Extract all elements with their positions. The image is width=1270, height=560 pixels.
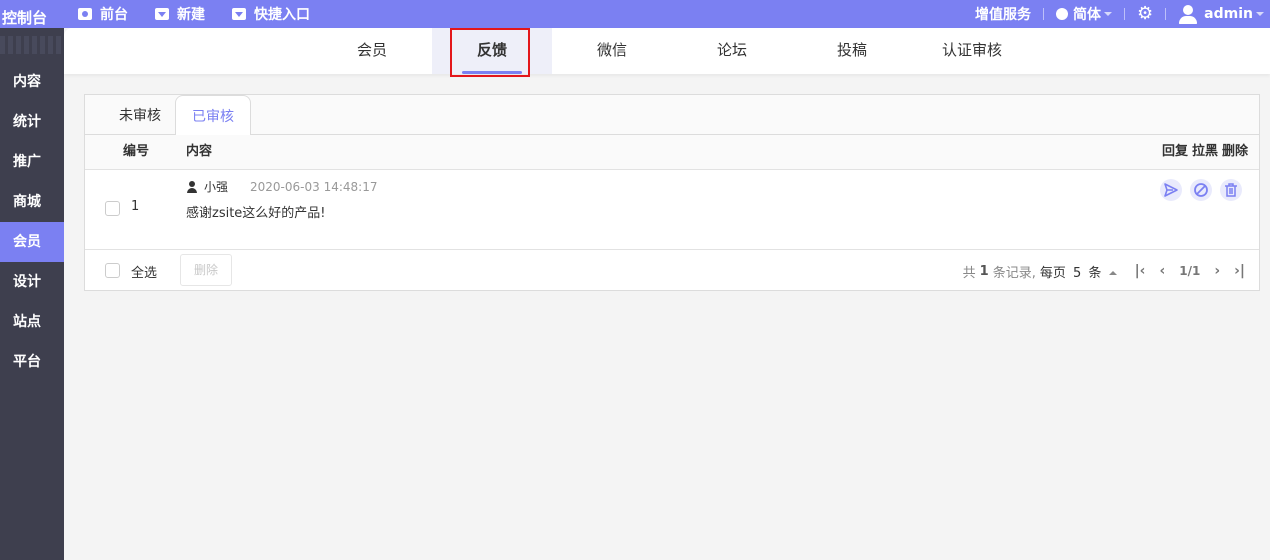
chevron-down-icon — [1104, 12, 1113, 16]
sidebar-item-promotion[interactable]: 推广 — [0, 142, 64, 182]
tab-submission[interactable]: 投稿 — [792, 28, 912, 74]
total-suffix: 条记录, — [992, 265, 1036, 281]
nav-shortcut[interactable]: 快捷入口 — [232, 0, 310, 28]
chevron-down-icon — [1256, 12, 1264, 16]
column-reply: 回复 — [1162, 144, 1189, 159]
last-page-icon[interactable]: ›| — [1234, 263, 1245, 279]
tab-label: 会员 — [356, 41, 387, 59]
dropdown-icon — [155, 8, 169, 20]
tab-reviewed[interactable]: 已审核 — [175, 95, 251, 136]
tab-label: 认证审核 — [941, 41, 1002, 59]
top-right-menu: 增值服务 简体 ⚙ admin — [975, 0, 1270, 28]
sub-nav: 会员 反馈 微信 论坛 投稿 认证审核 — [64, 28, 1270, 74]
block-button[interactable] — [1190, 179, 1212, 201]
column-content: 内容 — [186, 144, 213, 159]
chevron-up-icon — [1108, 271, 1117, 275]
eye-icon — [78, 8, 92, 20]
nav-new-label: 新建 — [177, 7, 205, 23]
prev-page-icon[interactable]: ‹ — [1159, 263, 1165, 279]
reply-button[interactable] — [1160, 179, 1182, 201]
select-all-checkbox[interactable] — [105, 263, 120, 278]
row-time: 2020-06-03 14:48:17 — [250, 179, 378, 194]
tab-members[interactable]: 会员 — [312, 28, 432, 74]
logo-pattern — [0, 36, 64, 54]
sidebar-item-members[interactable]: 会员 — [0, 222, 64, 262]
select-all-label[interactable]: 全选 — [131, 262, 157, 281]
nav-shortcut-label: 快捷入口 — [254, 7, 310, 23]
nav-frontend[interactable]: 前台 — [78, 0, 128, 28]
row-checkbox[interactable] — [105, 201, 120, 216]
table-footer: 全选 删除 共 1 条记录, 每页 5 条 |‹ ‹ 1/1 › ›| — [85, 251, 1259, 291]
tab-label: 论坛 — [716, 41, 747, 59]
per-page-value: 5 — [1072, 265, 1082, 281]
row-meta: 小强 2020-06-03 14:48:17 — [186, 178, 377, 195]
per-page-select[interactable]: 每页 5 条 — [1040, 262, 1117, 281]
user-icon — [1178, 4, 1198, 24]
language-select[interactable]: 简体 — [1073, 4, 1101, 24]
table-header: 编号 内容 回复 拉黑 删除 — [85, 135, 1259, 170]
user-icon — [186, 180, 198, 193]
send-icon — [1164, 183, 1178, 197]
divider — [1165, 8, 1167, 20]
tab-feedback[interactable]: 反馈 — [432, 28, 552, 74]
total-count: 1 — [979, 263, 989, 279]
tab-label: 投稿 — [836, 41, 867, 59]
sidebar-item-site[interactable]: 站点 — [0, 302, 64, 342]
per-page-suffix: 条 — [1088, 265, 1102, 281]
tab-label: 微信 — [596, 41, 627, 59]
row-content: 感谢zsite这么好的产品! — [186, 206, 326, 221]
page-info: 1/1 — [1179, 264, 1201, 278]
tab-verification[interactable]: 认证审核 — [912, 28, 1032, 74]
dropdown-icon — [232, 8, 246, 20]
value-service-link[interactable]: 增值服务 — [975, 4, 1031, 24]
per-page-label: 每页 — [1039, 265, 1066, 281]
review-tabs: 未审核 已审核 — [85, 95, 1259, 136]
divider — [1124, 8, 1126, 20]
tab-wechat[interactable]: 微信 — [552, 28, 672, 74]
row-author: 小强 — [204, 180, 229, 194]
batch-delete-button[interactable]: 删除 — [180, 254, 232, 286]
nav-new[interactable]: 新建 — [155, 0, 205, 28]
first-page-icon[interactable]: |‹ — [1135, 263, 1146, 279]
delete-row-button[interactable] — [1220, 179, 1242, 201]
total-prefix: 共 — [962, 265, 976, 281]
feedback-panel: 未审核 已审核 编号 内容 回复 拉黑 删除 1 小强 2020-06-03 1… — [84, 94, 1260, 291]
column-id: 编号 — [123, 144, 150, 159]
table-row: 1 小强 2020-06-03 14:48:17 感谢zsite这么好的产品! — [85, 170, 1259, 250]
tab-label: 反馈 — [476, 41, 507, 59]
sidebar: 内容 统计 推广 商城 会员 设计 站点 平台 — [0, 28, 64, 560]
sidebar-item-stats[interactable]: 统计 — [0, 102, 64, 142]
top-bar: 控制台 前台 新建 快捷入口 增值服务 简体 ⚙ admin — [0, 0, 1270, 28]
sidebar-item-shop[interactable]: 商城 — [0, 182, 64, 222]
trash-icon — [1225, 183, 1237, 197]
pagination: 共 1 条记录, 每页 5 条 |‹ ‹ 1/1 › ›| — [963, 251, 1245, 291]
globe-icon — [1056, 8, 1069, 20]
row-id: 1 — [131, 199, 140, 214]
gear-icon[interactable]: ⚙ — [1137, 5, 1153, 23]
next-page-icon[interactable]: › — [1214, 263, 1220, 279]
logo[interactable]: 控制台 — [0, 0, 64, 28]
nav-frontend-label: 前台 — [100, 7, 128, 23]
column-delete: 删除 — [1222, 144, 1249, 159]
tab-unreviewed[interactable]: 未审核 — [103, 95, 177, 135]
divider — [1043, 8, 1045, 20]
sidebar-item-platform[interactable]: 平台 — [0, 342, 64, 382]
username[interactable]: admin — [1204, 6, 1253, 22]
sidebar-item-content[interactable]: 内容 — [0, 62, 64, 102]
active-tab-indicator — [462, 71, 522, 74]
column-block: 拉黑 — [1192, 144, 1219, 159]
sidebar-item-design[interactable]: 设计 — [0, 262, 64, 302]
tab-forum[interactable]: 论坛 — [672, 28, 792, 74]
ban-icon — [1194, 183, 1208, 197]
